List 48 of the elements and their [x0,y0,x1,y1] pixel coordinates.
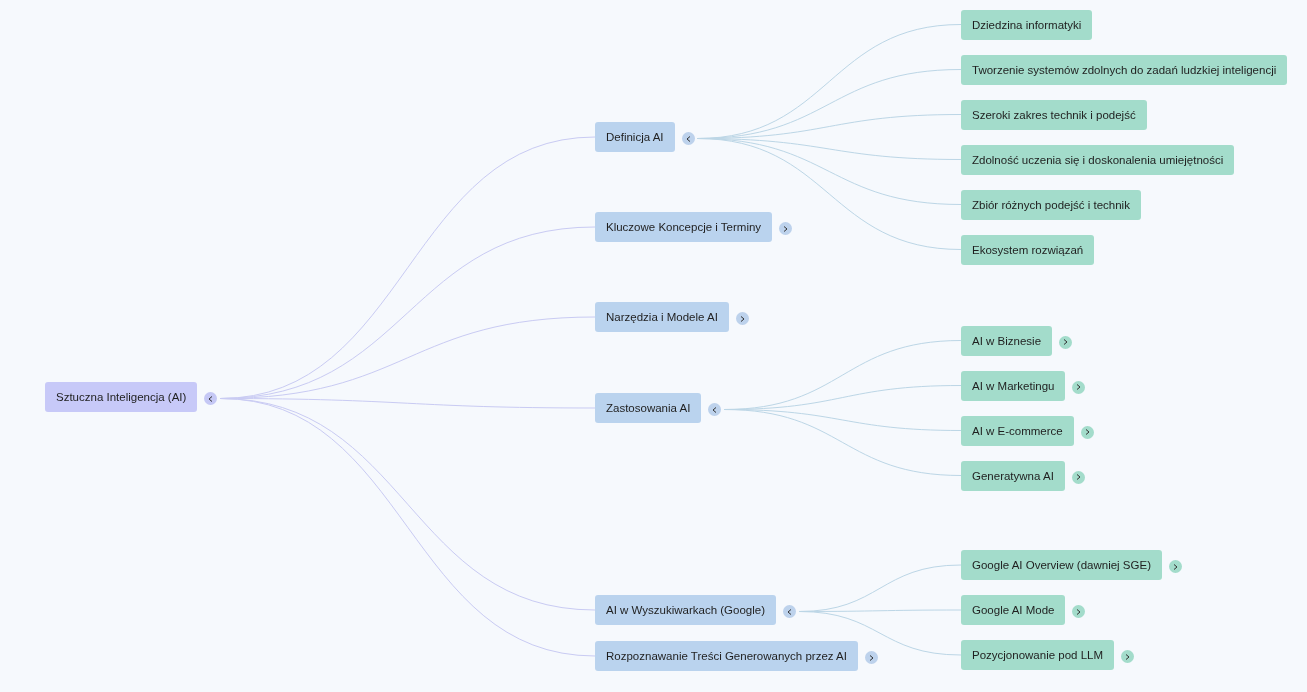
topic-node[interactable]: Narzędzia i Modele AI [595,302,729,332]
topic-node[interactable]: Kluczowe Koncepcje i Terminy [595,212,773,242]
expand-toggle[interactable] [1072,605,1086,618]
topic-node[interactable]: AI w Marketingu [961,370,1066,401]
topic-node[interactable]: Ekosystem rozwiązań [961,234,1095,265]
topic-node[interactable]: AI w Biznesie [961,325,1053,356]
chevron-right-icon [1063,339,1069,345]
topic-node[interactable]: AI w Wyszukiwarkach (Google) [595,595,777,625]
chevron-right-icon [1084,429,1090,435]
topic-node[interactable]: Sztuczna Inteligencja (AI) [45,382,198,412]
chevron-left-icon [787,608,793,615]
chevron-right-icon [869,654,874,661]
expand-toggle[interactable] [779,222,793,235]
topic-node[interactable]: Rozpoznawanie Treści Generowanych przez AI [595,641,858,671]
chevron-right-icon [783,225,789,232]
expand-toggle[interactable] [735,312,749,325]
expand-toggle[interactable] [1121,650,1135,663]
topic-node[interactable]: Google AI Overview (dawniej SGE) [961,550,1162,580]
topic-node[interactable]: Zdolność uczenia się i doskonalenia umiejętności [961,144,1235,175]
expand-toggle[interactable] [1168,560,1182,573]
chevron-right-icon [1076,608,1082,615]
chevron-right-icon [1075,474,1081,480]
collapse-toggle[interactable] [708,403,722,416]
chevron-left-icon [685,135,691,142]
chevron-right-icon [1172,563,1178,570]
chevron-right-icon [739,315,745,322]
topic-node[interactable]: Generatywna AI [961,460,1065,491]
chevron-left-icon [208,395,214,402]
collapse-toggle[interactable] [783,605,797,618]
chevron-right-icon [1076,384,1082,390]
expand-toggle[interactable] [1071,470,1085,484]
topic-node[interactable]: AI w E-commerce [961,415,1074,446]
collapse-toggle[interactable] [681,132,695,145]
topic-node[interactable]: Zastosowania AI [595,393,702,423]
topic-node[interactable]: Szeroki zakres technik i podejść [961,99,1147,130]
topic-node[interactable]: Pozycjonowanie pod LLM [961,640,1115,670]
chevron-left-icon [712,406,718,413]
expand-toggle[interactable] [1059,335,1073,349]
chevron-right-icon [1125,653,1131,660]
expand-toggle[interactable] [865,651,878,664]
expand-toggle[interactable] [1072,380,1086,394]
topic-node[interactable]: Definicja AI [595,122,675,152]
topic-node[interactable]: Zbiór różnych podejść i technik [961,189,1141,220]
topic-node[interactable]: Dziedzina informatyki [961,9,1093,40]
topic-node[interactable]: Google AI Mode [961,595,1066,625]
expand-toggle[interactable] [1080,425,1094,439]
topic-node[interactable]: Tworzenie systemów zdolnych do zadań ludzkiej inteligencji [961,54,1288,85]
collapse-toggle[interactable] [204,392,218,405]
